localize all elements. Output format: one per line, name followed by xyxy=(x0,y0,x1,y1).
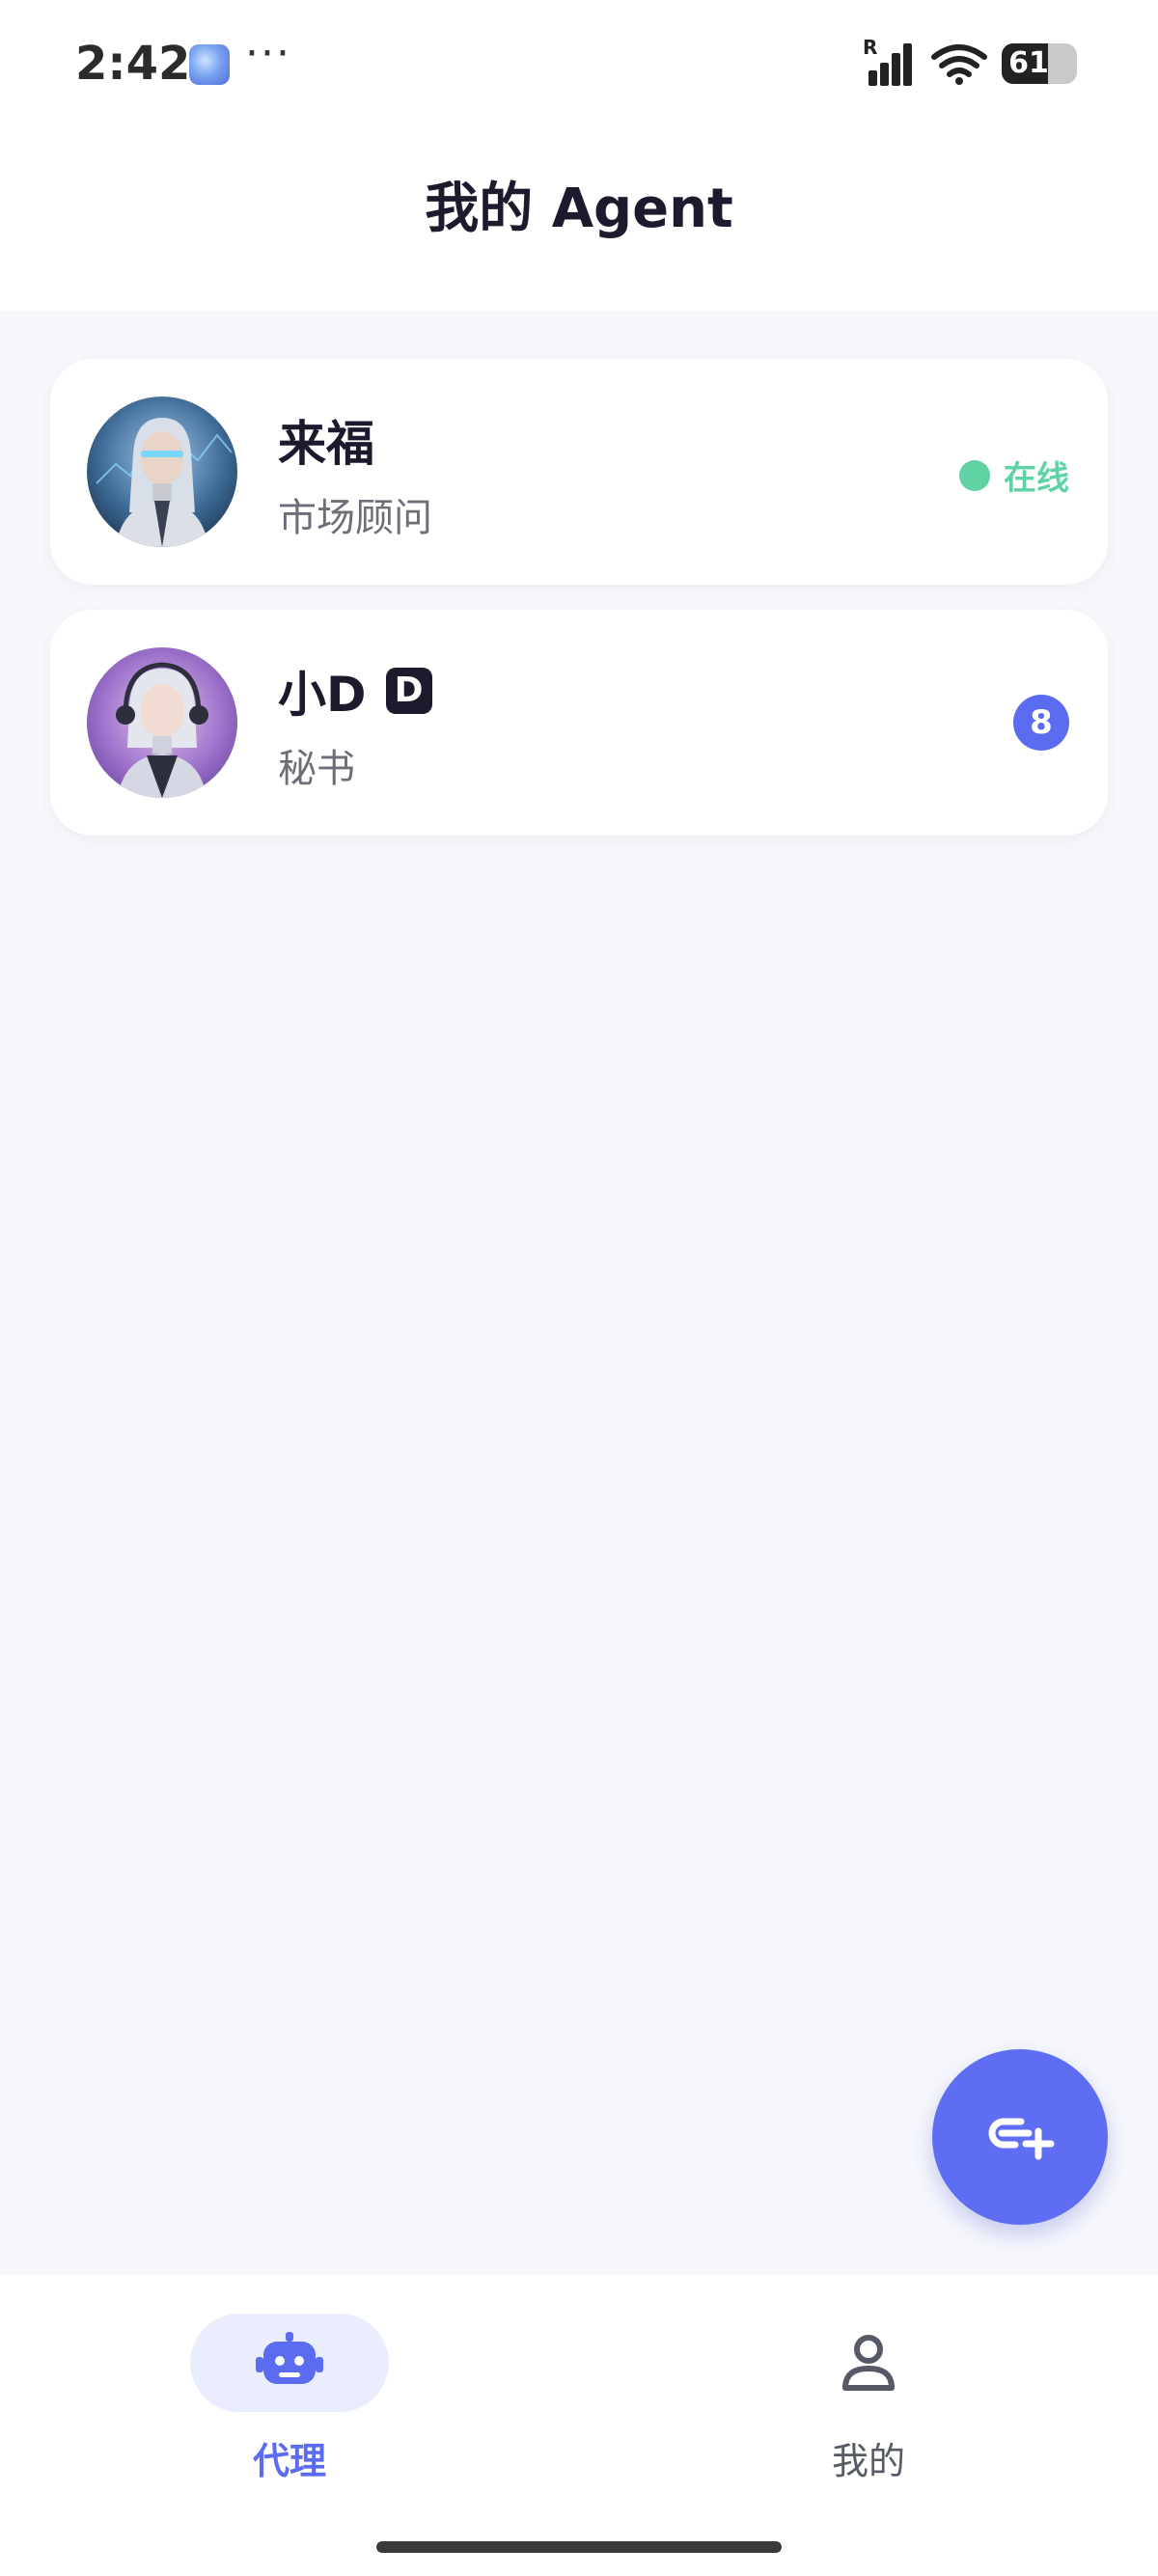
agent-name: 小D D xyxy=(278,656,432,726)
status-text: 在线 xyxy=(1004,459,1069,498)
status-time: 2:42 xyxy=(75,37,191,91)
agent-name-text: 小D xyxy=(278,667,367,723)
roaming-label: R xyxy=(863,36,878,59)
nav-label: 代理 xyxy=(252,2440,326,2482)
nav-pill xyxy=(190,2314,389,2412)
unread-count-badge: 8 xyxy=(1013,695,1069,751)
signal-icon: R xyxy=(863,36,917,86)
more-notifications-icon: ··· xyxy=(245,29,291,78)
agent-role: 市场顾问 xyxy=(278,496,432,540)
avatar xyxy=(87,397,237,547)
app-notification-icon xyxy=(189,44,230,85)
agent-tag-badge: D xyxy=(385,668,432,714)
add-chat-icon xyxy=(988,2118,1055,2160)
agent-name: 来福 xyxy=(278,405,374,475)
nav-pill xyxy=(769,2314,968,2412)
bottom-nav: 代理 我的 xyxy=(0,2275,1158,2576)
nav-label: 我的 xyxy=(831,2440,905,2482)
status-bar: 2:42 ··· R 61 xyxy=(0,0,1158,135)
online-status: 在线 xyxy=(959,452,1069,499)
app-screen: 2:42 ··· R 61 我的 Agent 来福 市场顾问 在线 小D D 秘… xyxy=(0,0,1158,2576)
home-indicator[interactable] xyxy=(376,2541,782,2553)
agent-role: 秘书 xyxy=(278,747,355,791)
agent-card-laifu[interactable]: 来福 市场顾问 在线 xyxy=(50,359,1108,585)
agent-list: 来福 市场顾问 在线 小D D 秘书 8 xyxy=(50,359,1108,861)
person-icon xyxy=(842,2335,895,2391)
battery-icon: 61 xyxy=(1002,43,1077,84)
app-header: 我的 Agent xyxy=(0,135,1158,311)
status-icons: R 61 xyxy=(863,36,1077,89)
robot-icon xyxy=(256,2332,323,2384)
new-chat-button[interactable] xyxy=(932,2049,1108,2225)
nav-item-agent[interactable]: 代理 xyxy=(174,2314,405,2497)
agent-card-xiaod[interactable]: 小D D 秘书 8 xyxy=(50,610,1108,836)
online-dot-icon xyxy=(959,459,990,491)
battery-level: 61 xyxy=(1008,46,1049,80)
agent-name-text: 来福 xyxy=(278,416,374,472)
avatar xyxy=(87,647,237,798)
nav-item-mine[interactable]: 我的 xyxy=(753,2314,984,2497)
wifi-icon xyxy=(931,44,987,85)
page-title: 我的 Agent xyxy=(425,177,733,240)
